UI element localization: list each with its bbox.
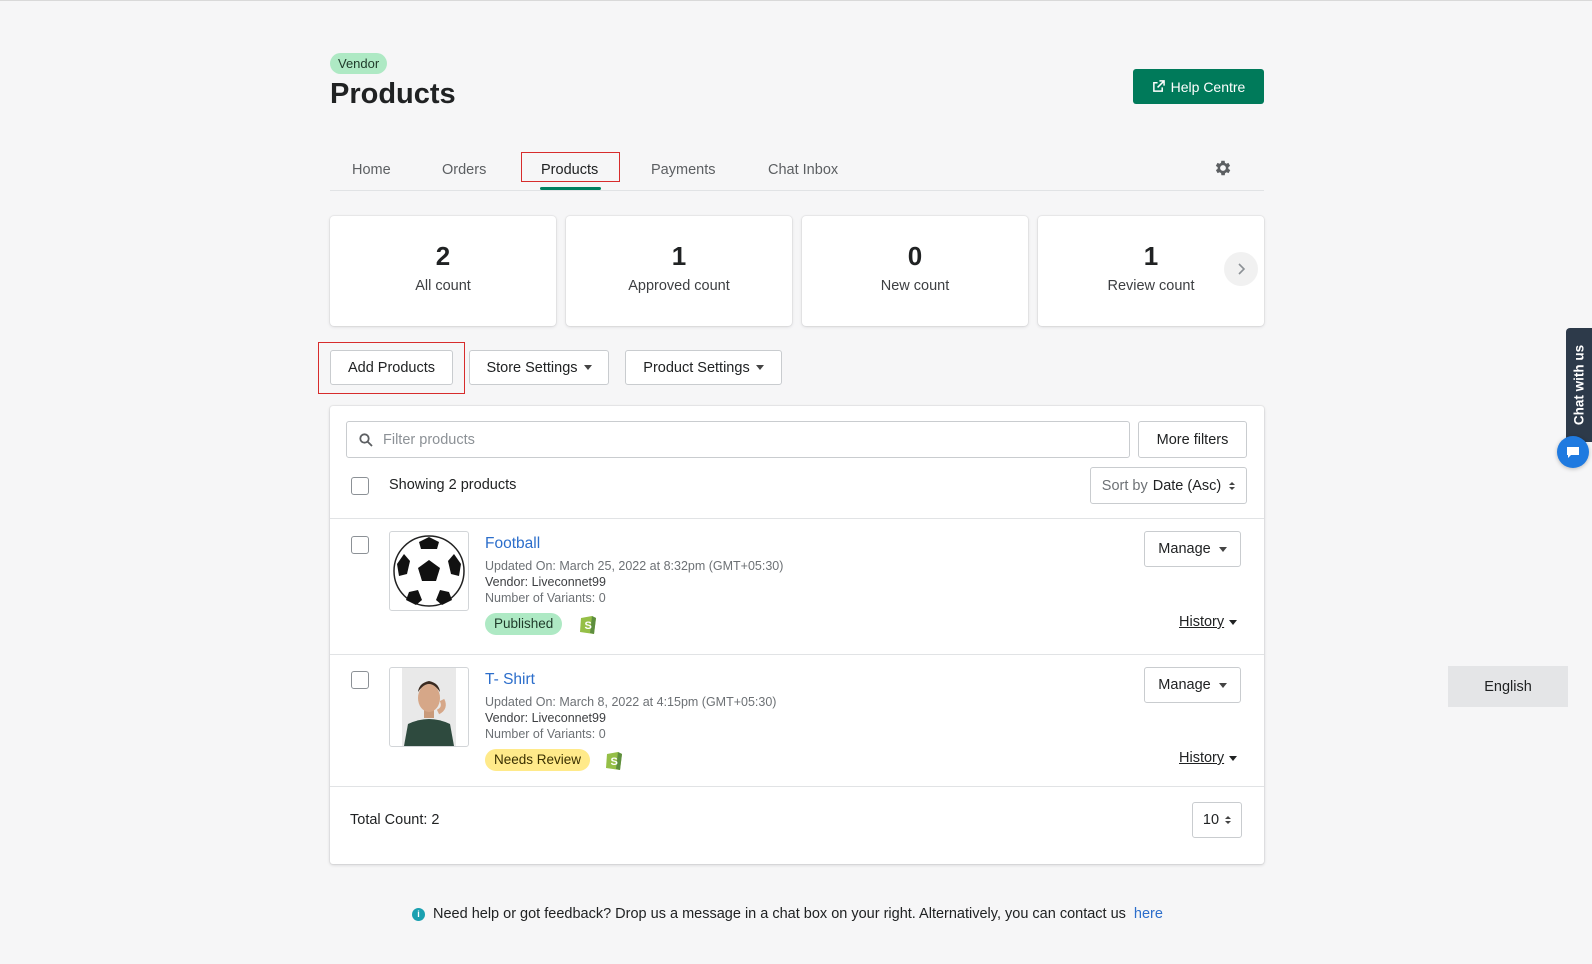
tab-payments[interactable]: Payments xyxy=(651,148,715,191)
caret-down-icon xyxy=(755,365,764,370)
select-arrows-icon xyxy=(1225,816,1232,824)
page-title: Products xyxy=(330,78,456,110)
tab-bar: Home Orders Products Payments Chat Inbox xyxy=(330,148,1264,191)
contact-here-link[interactable]: here xyxy=(1134,906,1163,922)
more-filters-button[interactable]: More filters xyxy=(1138,421,1247,458)
row-divider xyxy=(330,786,1264,787)
chevron-right-icon xyxy=(1238,263,1246,275)
svg-text:S: S xyxy=(611,756,618,768)
stat-value: 1 xyxy=(671,241,687,271)
status-badge: Needs Review xyxy=(485,749,591,771)
product-settings-label: Product Settings xyxy=(643,359,750,376)
stat-label: All count xyxy=(415,278,471,294)
stat-label: Approved count xyxy=(628,278,730,294)
external-link-icon xyxy=(1152,80,1165,92)
top-divider xyxy=(0,0,1592,1)
info-icon: i xyxy=(412,907,425,921)
showing-count: Showing 2 products xyxy=(389,477,517,493)
product-row-football: Football Updated On: March 25, 2022 at 8… xyxy=(330,519,1264,654)
active-tab-indicator xyxy=(540,187,601,190)
gear-icon[interactable] xyxy=(1213,158,1233,178)
stat-label: New count xyxy=(880,278,950,294)
stat-value: 0 xyxy=(907,241,923,271)
status-badge: Published xyxy=(485,613,563,635)
product-thumbnail[interactable] xyxy=(389,531,469,611)
add-products-button[interactable]: Add Products xyxy=(330,350,453,385)
select-all-checkbox[interactable] xyxy=(351,477,369,495)
feedback-text: Need help or got feedback? Drop us a mes… xyxy=(433,906,1126,922)
chat-tab-label: Chat with us xyxy=(1571,344,1587,426)
total-count: Total Count: 2 xyxy=(350,812,440,828)
product-row-tshirt: T- Shirt Updated On: March 8, 2022 at 4:… xyxy=(330,655,1264,790)
sort-select[interactable]: Sort by Date (Asc) xyxy=(1090,467,1247,504)
product-variants: Number of Variants: 0 xyxy=(485,727,606,741)
sort-prefix: Sort by xyxy=(1101,477,1148,494)
search-box[interactable] xyxy=(346,421,1130,458)
tab-orders[interactable]: Orders xyxy=(442,148,486,191)
feedback-message: i Need help or got feedback? Drop us a m… xyxy=(412,906,1163,922)
chat-with-us-tab[interactable]: Chat with us xyxy=(1566,328,1592,442)
manage-label: Manage xyxy=(1158,677,1211,693)
manage-dropdown[interactable]: Manage xyxy=(1144,667,1241,703)
search-input[interactable] xyxy=(383,431,1083,448)
sort-value: Date (Asc) xyxy=(1152,477,1222,494)
stats-next-button[interactable] xyxy=(1224,252,1258,286)
product-updated: Updated On: March 8, 2022 at 4:15pm (GMT… xyxy=(485,695,777,709)
history-toggle[interactable]: History xyxy=(1179,750,1238,766)
per-page-value: 10 xyxy=(1202,812,1220,828)
stats-row: 2 All count 1 Approved count 0 New count… xyxy=(330,216,1264,326)
caret-down-icon xyxy=(583,365,592,370)
product-settings-button[interactable]: Product Settings xyxy=(625,350,782,385)
tab-chat-inbox[interactable]: Chat Inbox xyxy=(768,148,838,191)
help-centre-label: Help Centre xyxy=(1170,78,1246,95)
store-settings-label: Store Settings xyxy=(486,359,578,376)
products-card: More filters Showing 2 products Sort by … xyxy=(330,406,1264,864)
manage-label: Manage xyxy=(1158,541,1211,557)
language-selector[interactable]: English xyxy=(1448,666,1568,707)
product-vendor: Vendor: Liveconnet99 xyxy=(485,711,606,725)
product-checkbox[interactable] xyxy=(351,671,369,689)
soccer-ball-icon xyxy=(393,535,465,607)
stat-all-count[interactable]: 2 All count xyxy=(330,216,556,326)
caret-down-icon xyxy=(1218,546,1227,552)
chat-icon xyxy=(1567,447,1579,458)
product-thumbnail[interactable] xyxy=(389,667,469,747)
shopify-bag-icon[interactable]: S xyxy=(604,748,624,771)
stat-new-count[interactable]: 0 New count xyxy=(802,216,1028,326)
product-name-link[interactable]: T- Shirt xyxy=(485,671,535,689)
vendor-badge: Vendor xyxy=(330,53,388,74)
per-page-select[interactable]: 10 xyxy=(1192,802,1242,838)
caret-down-icon xyxy=(1229,755,1238,761)
tab-home[interactable]: Home xyxy=(352,148,391,191)
history-label: History xyxy=(1179,750,1225,766)
manage-dropdown[interactable]: Manage xyxy=(1144,531,1241,567)
caret-down-icon xyxy=(1218,682,1227,688)
product-checkbox[interactable] xyxy=(351,536,369,554)
product-name-link[interactable]: Football xyxy=(485,535,540,553)
help-centre-button[interactable]: Help Centre xyxy=(1133,69,1264,104)
product-vendor: Vendor: Liveconnet99 xyxy=(485,575,606,589)
history-toggle[interactable]: History xyxy=(1179,614,1238,630)
history-label: History xyxy=(1179,614,1225,630)
man-in-tshirt-photo-icon xyxy=(402,668,456,746)
store-settings-button[interactable]: Store Settings xyxy=(469,350,609,385)
chat-bubble-button[interactable] xyxy=(1557,436,1589,468)
tab-products[interactable]: Products xyxy=(541,148,598,191)
svg-text:S: S xyxy=(585,620,592,632)
product-updated: Updated On: March 25, 2022 at 8:32pm (GM… xyxy=(485,559,784,573)
stat-approved-count[interactable]: 1 Approved count xyxy=(566,216,792,326)
select-arrows-icon xyxy=(1229,481,1236,490)
shopify-bag-icon[interactable]: S xyxy=(578,612,598,635)
search-icon xyxy=(359,432,373,447)
caret-down-icon xyxy=(1229,619,1238,625)
product-variants: Number of Variants: 0 xyxy=(485,591,606,605)
stat-value: 2 xyxy=(435,241,451,271)
